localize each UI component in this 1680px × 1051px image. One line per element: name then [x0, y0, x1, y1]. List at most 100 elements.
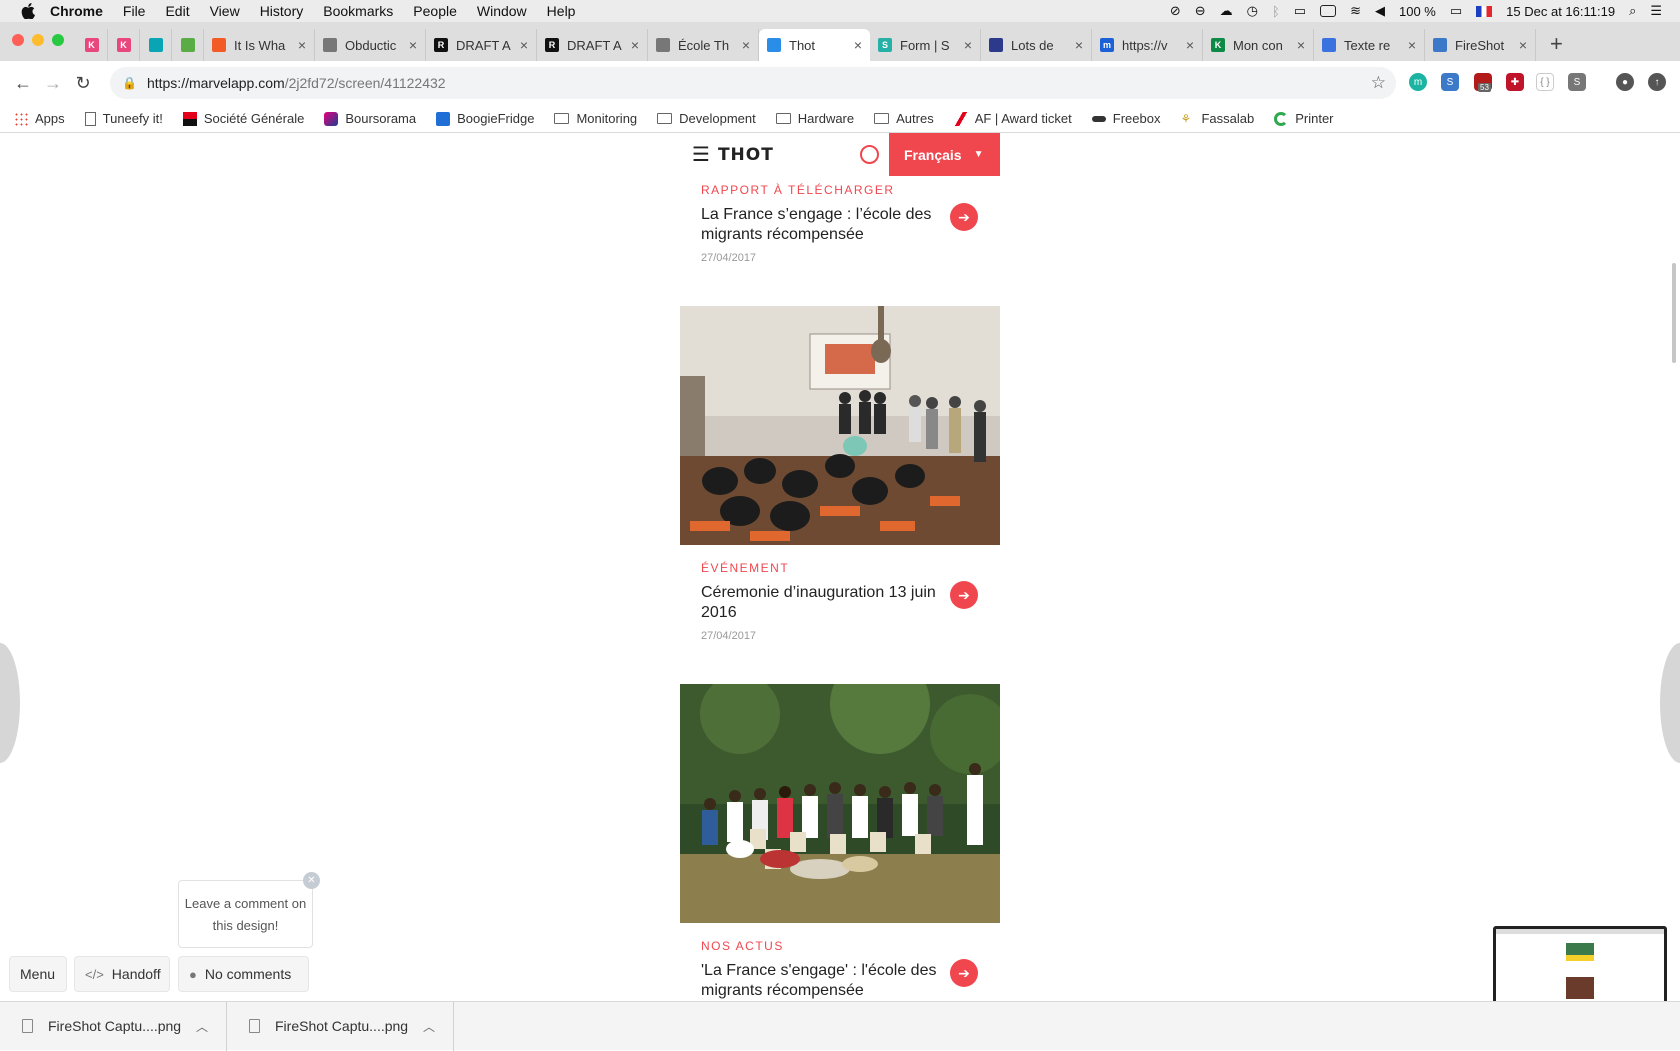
arrow-right-icon[interactable]: ➔: [950, 959, 978, 987]
extension-icon[interactable]: S: [1568, 73, 1586, 91]
tab-close-icon[interactable]: ×: [1186, 37, 1194, 53]
menu-app-name[interactable]: Chrome: [50, 3, 103, 19]
zoom-window-button[interactable]: [52, 34, 64, 46]
tab[interactable]: It Is Wha ×: [204, 29, 315, 61]
tab[interactable]: K Mon con ×: [1203, 29, 1314, 61]
bookmark-tuneefy[interactable]: Tuneefy it!: [84, 111, 163, 126]
tab-close-icon[interactable]: ×: [854, 37, 862, 53]
card-title[interactable]: 'La France s'engage' : l'école des migra…: [701, 961, 941, 1001]
json-extension-icon[interactable]: { }: [1536, 73, 1554, 91]
bluetooth-icon[interactable]: ᛒ: [1272, 4, 1280, 19]
arrow-right-icon[interactable]: ➔: [950, 203, 978, 231]
back-arrow-icon[interactable]: ←: [8, 73, 38, 94]
tab[interactable]: m https://v ×: [1092, 29, 1203, 61]
tab-close-icon[interactable]: ×: [1408, 37, 1416, 53]
address-bar[interactable]: 🔒 https://marvelapp.com/2j2fd72/screen/4…: [110, 67, 1396, 99]
menu-bookmarks[interactable]: Bookmarks: [323, 3, 393, 19]
minimize-window-button[interactable]: [32, 34, 44, 46]
tab-close-icon[interactable]: ×: [520, 37, 528, 53]
spotlight-icon[interactable]: ⌕: [1629, 3, 1636, 19]
bookmark-star-icon[interactable]: ☆: [1371, 73, 1386, 93]
card-title[interactable]: La France s’engage : l’école des migrant…: [701, 205, 941, 245]
battery-label[interactable]: 100 %: [1399, 4, 1436, 19]
arrow-right-icon[interactable]: ➔: [950, 581, 978, 609]
page-scrollbar[interactable]: [1672, 263, 1676, 363]
tab-close-icon[interactable]: ×: [1297, 37, 1305, 53]
tab[interactable]: École Th ×: [648, 29, 759, 61]
apple-icon[interactable]: [20, 3, 36, 19]
bookmark-autres[interactable]: Autres: [874, 111, 934, 126]
bookmark-societe-generale[interactable]: Société Générale: [182, 111, 304, 126]
clock[interactable]: 15 Dec at 16:11:19: [1506, 4, 1615, 19]
menu-file[interactable]: File: [123, 3, 146, 19]
chevron-up-icon[interactable]: ︿: [196, 1018, 208, 1035]
fireshot-extension-icon[interactable]: S: [1441, 73, 1459, 91]
tab[interactable]: R DRAFT A ×: [426, 29, 537, 61]
group-photo[interactable]: [680, 684, 1000, 923]
status-icon-b[interactable]: ⊖: [1195, 3, 1206, 19]
tab-close-icon[interactable]: ×: [964, 37, 972, 53]
tab[interactable]: FireShot ×: [1425, 29, 1536, 61]
next-screen-handle[interactable]: [1660, 643, 1680, 763]
tab-active[interactable]: Thot ×: [759, 29, 870, 61]
update-menu-icon[interactable]: ↑: [1648, 73, 1666, 91]
tab-close-icon[interactable]: ×: [298, 37, 306, 53]
bookmark-fassalab[interactable]: ⚘ Fassalab: [1180, 111, 1254, 126]
shield-extension-icon[interactable]: ✚: [1506, 73, 1524, 91]
menu-edit[interactable]: Edit: [165, 3, 189, 19]
tab-close-icon[interactable]: ×: [409, 37, 417, 53]
bookmark-boursorama[interactable]: Boursorama: [324, 111, 416, 126]
battery-icon[interactable]: ▭: [1450, 3, 1462, 19]
hamburger-menu-icon[interactable]: ☰: [692, 142, 710, 167]
menu-help[interactable]: Help: [547, 3, 576, 19]
language-dropdown[interactable]: Français ▼: [889, 133, 1000, 176]
bookmark-boogiefridge[interactable]: BoogieFridge: [436, 111, 534, 126]
tab-close-icon[interactable]: ×: [742, 37, 750, 53]
chevron-up-icon[interactable]: ︿: [423, 1018, 435, 1035]
time-machine-icon[interactable]: ◷: [1247, 3, 1258, 19]
tab-close-icon[interactable]: ×: [1519, 37, 1527, 53]
new-tab-button[interactable]: +: [1536, 31, 1577, 61]
event-photo[interactable]: [680, 306, 1000, 545]
forward-arrow-icon[interactable]: →: [38, 73, 68, 94]
marvel-extension-icon[interactable]: m: [1409, 73, 1427, 91]
tab[interactable]: Obductic ×: [315, 29, 426, 61]
extension-badge-icon[interactable]: 53: [1474, 73, 1492, 92]
close-window-button[interactable]: [12, 34, 24, 46]
screen-preview-thumbnail[interactable]: [1493, 926, 1667, 1001]
input-source-flag-icon[interactable]: [1476, 5, 1493, 17]
bookmark-freebox[interactable]: Freebox: [1091, 111, 1160, 126]
bookmark-apps[interactable]: Apps: [14, 111, 65, 126]
profile-avatar-icon[interactable]: ●: [1616, 73, 1634, 91]
download-item[interactable]: FireShot Captu....png ︿: [227, 1001, 454, 1051]
tab[interactable]: R DRAFT A ×: [537, 29, 648, 61]
tab[interactable]: K: [76, 29, 108, 61]
bookmark-hardware[interactable]: Hardware: [775, 111, 854, 126]
tab[interactable]: S Form | S ×: [870, 29, 981, 61]
menu-view[interactable]: View: [210, 3, 240, 19]
reload-icon[interactable]: ↻: [68, 73, 98, 94]
tab[interactable]: [172, 29, 204, 61]
tab[interactable]: Texte re ×: [1314, 29, 1425, 61]
menu-button[interactable]: Menu: [9, 956, 67, 992]
menu-people[interactable]: People: [413, 3, 457, 19]
comments-button[interactable]: ● No comments: [178, 956, 309, 992]
lock-icon[interactable]: 🔒: [122, 76, 137, 90]
bookmark-monitoring[interactable]: Monitoring: [554, 111, 637, 126]
bookmark-printer[interactable]: Printer: [1274, 111, 1334, 126]
bookmark-af-award[interactable]: AF | Award ticket: [953, 111, 1072, 126]
tab[interactable]: K: [108, 29, 140, 61]
wifi-icon[interactable]: ≋: [1350, 3, 1361, 19]
volume-icon[interactable]: ◀: [1375, 3, 1385, 19]
tab[interactable]: [140, 29, 172, 61]
notification-center-icon[interactable]: ☰: [1650, 3, 1662, 19]
keyboard-icon[interactable]: [1320, 5, 1337, 17]
previous-screen-handle[interactable]: [0, 643, 20, 763]
close-tooltip-icon[interactable]: ✕: [303, 872, 320, 889]
globe-icon[interactable]: [860, 145, 879, 164]
card-title[interactable]: Céremonie d’inauguration 13 juin 2016: [701, 583, 941, 623]
tab-close-icon[interactable]: ×: [1075, 37, 1083, 53]
bookmark-development[interactable]: Development: [657, 111, 756, 126]
status-icon-c[interactable]: ☁: [1220, 3, 1233, 19]
thot-logo[interactable]: THOT: [718, 145, 774, 165]
